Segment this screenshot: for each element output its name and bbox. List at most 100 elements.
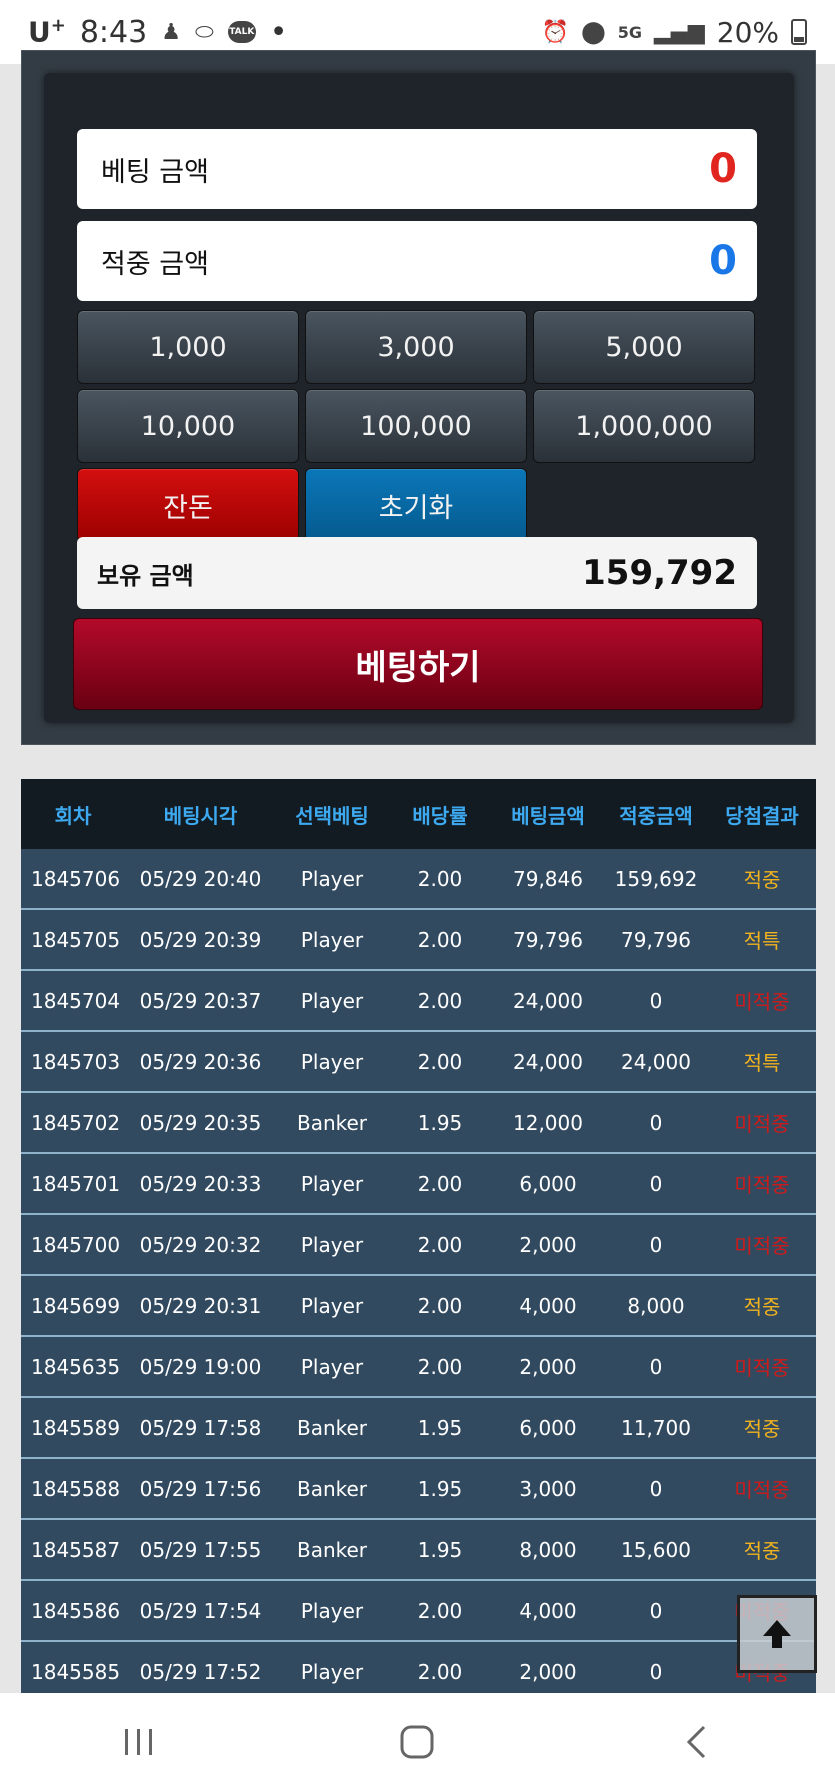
table-row[interactable]: 1845635 05/29 19:00 Player 2.00 2,000 0 미적중 bbox=[21, 1337, 816, 1398]
cell-selection: Player bbox=[300, 866, 364, 891]
cell-selection: Banker bbox=[296, 1415, 368, 1440]
table-row[interactable]: 1845589 05/29 17:58 Banker 1.95 6,000 11,700 적… bbox=[21, 1398, 816, 1459]
table-row[interactable]: 1845705 05/29 20:39 Player 2.00 79,796 79,796… bbox=[21, 910, 816, 971]
table-row[interactable]: 1845699 05/29 20:31 Player 2.00 4,000 8,000 적중 bbox=[21, 1276, 816, 1337]
table-row[interactable]: 1845706 05/29 20:40 Player 2.00 79,846 159,69… bbox=[21, 849, 816, 910]
recent-apps-icon bbox=[125, 1729, 153, 1755]
cell-bet-time: 05/29 20:31 bbox=[139, 1293, 262, 1318]
bet-amount-label: 베팅 금액 bbox=[101, 156, 209, 188]
cell-selection: Player bbox=[300, 1049, 364, 1074]
cell-selection: Player bbox=[300, 988, 364, 1013]
cell-selection: Player bbox=[300, 1232, 364, 1257]
alarm-icon: ⏰ bbox=[541, 19, 570, 45]
cell-bet-time: 05/29 20:39 bbox=[139, 927, 262, 952]
chip-1000-button[interactable]: 1,000 bbox=[77, 310, 299, 384]
cell-bet-time: 05/29 20:37 bbox=[139, 988, 262, 1013]
cell-round: 1845704 bbox=[31, 988, 121, 1013]
chip-3000-button[interactable]: 3,000 bbox=[305, 310, 527, 384]
table-row[interactable]: 1845587 05/29 17:55 Banker 1.95 8,000 15,600 적… bbox=[21, 1520, 816, 1581]
pill-notification-icon: ⬭ bbox=[194, 19, 214, 45]
win-amount-value: 0 bbox=[709, 238, 737, 284]
cell-selection: Player bbox=[300, 1354, 364, 1379]
table-row[interactable]: 184558605/29 17:54Player2.004,0000미적중 bbox=[21, 1581, 816, 1642]
cell-bet-time: 05/29 17:58 bbox=[139, 1415, 262, 1440]
cell-bet-amount: 3,000 bbox=[519, 1476, 577, 1501]
cell-result: 적특 bbox=[743, 929, 781, 953]
cell-odds: 2.00 bbox=[417, 988, 463, 1013]
cell-win-amount: 11,700 bbox=[621, 1415, 691, 1440]
location-icon: ⬤ bbox=[581, 19, 606, 45]
cell-result: 적중 bbox=[743, 1539, 781, 1563]
scroll-top-button[interactable] bbox=[737, 1595, 817, 1673]
cell-bet-amount: 6,000 bbox=[519, 1171, 577, 1196]
cell-selection: Player bbox=[300, 1171, 364, 1196]
table-row[interactable]: 1845701 05/29 20:33 Player 2.00 6,000 0 미적중 bbox=[21, 1154, 816, 1215]
place-bet-button[interactable]: 베팅하기 bbox=[73, 618, 763, 710]
table-row[interactable]: 1845585 05/29 17:52 Player 2.00 2,000 0 미적중 bbox=[21, 1642, 816, 1693]
cell-odds: 1.95 bbox=[417, 1537, 463, 1562]
cell-result: 적중 bbox=[743, 1295, 781, 1319]
chip-10000-button[interactable]: 10,000 bbox=[77, 389, 299, 463]
cell-bet-time: 05/29 20:33 bbox=[139, 1171, 262, 1196]
network-type: 5G bbox=[617, 22, 642, 42]
chip-100000-button[interactable]: 100,000 bbox=[305, 389, 527, 463]
cell-result: 미적중 bbox=[734, 1478, 790, 1502]
cell-round: 1845585 bbox=[31, 1659, 121, 1684]
table-body: 1845706 05/29 20:40 Player 2.00 79,846 159,69… bbox=[21, 849, 816, 1693]
win-amount-box: 적중 금액 0 bbox=[77, 221, 757, 301]
cell-odds: 2.00 bbox=[417, 1232, 463, 1257]
table-row[interactable]: 1845588 05/29 17:56 Banker 1.95 3,000 0 미적중 bbox=[21, 1459, 816, 1520]
cell-win-amount: 0 bbox=[649, 1476, 663, 1501]
table-row[interactable]: 1845702 05/29 20:35 Banker 1.95 12,000 0 미적중 bbox=[21, 1093, 816, 1154]
change-button[interactable]: 잔돈 bbox=[77, 468, 299, 542]
bet-history-table[interactable]: 회차 베팅시각 선택베팅 배당률 베팅금액 적중금액 당첨결과 1845706 05/29 2… bbox=[21, 779, 816, 1693]
cell-bet-time: 05/29 20:40 bbox=[139, 866, 262, 891]
arrow-up-icon bbox=[763, 1620, 791, 1648]
cell-result: 미적중 bbox=[734, 990, 790, 1014]
signal-icon: ▂▄▆ bbox=[654, 19, 705, 45]
cell-selection: Player bbox=[300, 927, 364, 952]
cell-round: 1845700 bbox=[31, 1232, 121, 1257]
chip-1000000-button[interactable]: 1,000,000 bbox=[533, 389, 755, 463]
battery-icon bbox=[791, 19, 807, 45]
cell-bet-time: 05/29 17:55 bbox=[139, 1537, 262, 1562]
cell-odds: 2.00 bbox=[417, 866, 463, 891]
cell-bet-amount: 4,000 bbox=[519, 1293, 577, 1318]
recent-apps-button[interactable] bbox=[99, 1712, 179, 1772]
chip-5000-button[interactable]: 5,000 bbox=[533, 310, 755, 384]
cell-odds: 2.00 bbox=[417, 1598, 463, 1623]
cell-bet-amount: 8,000 bbox=[519, 1537, 577, 1562]
cell-round: 1845588 bbox=[31, 1476, 121, 1501]
home-button[interactable] bbox=[377, 1712, 457, 1772]
cell-selection: Banker bbox=[296, 1110, 368, 1135]
back-icon bbox=[686, 1725, 705, 1759]
cell-odds: 2.00 bbox=[417, 1049, 463, 1074]
cell-round: 1845705 bbox=[31, 927, 121, 952]
cell-round: 1845587 bbox=[31, 1537, 121, 1562]
table-row[interactable]: 1845704 05/29 20:37 Player 2.00 24,000 0 미적중 bbox=[21, 971, 816, 1032]
table-row[interactable]: 1845703 05/29 20:36 Player 2.00 24,000 24,000… bbox=[21, 1032, 816, 1093]
header-selection: 선택베팅 bbox=[295, 803, 369, 828]
header-round: 회차 bbox=[54, 803, 92, 828]
cell-bet-time: 05/29 20:36 bbox=[139, 1049, 262, 1074]
balance-value: 159,792 bbox=[582, 553, 737, 593]
reset-button[interactable]: 초기화 bbox=[305, 468, 527, 542]
cell-bet-time: 05/29 20:32 bbox=[139, 1232, 262, 1257]
back-button[interactable] bbox=[656, 1712, 736, 1772]
cell-round: 1845702 bbox=[31, 1110, 121, 1135]
cell-win-amount: 0 bbox=[649, 1171, 663, 1196]
bet-amount-value: 0 bbox=[709, 146, 737, 192]
cell-win-amount: 8,000 bbox=[627, 1293, 685, 1318]
header-win-amount: 적중금액 bbox=[619, 803, 693, 828]
cell-win-amount: 159,692 bbox=[614, 866, 698, 891]
table-row[interactable]: 1845700 05/29 20:32 Player 2.00 2,000 0 미적중 bbox=[21, 1215, 816, 1276]
cell-odds: 2.00 bbox=[417, 927, 463, 952]
cell-round: 1845589 bbox=[31, 1415, 121, 1440]
cell-result: 미적중 bbox=[734, 1112, 790, 1136]
cell-result: 적중 bbox=[743, 868, 781, 892]
cell-bet-amount: 6,000 bbox=[519, 1415, 577, 1440]
cell-result: 적중 bbox=[743, 1417, 781, 1441]
cell-result: 미적중 bbox=[734, 1173, 790, 1197]
cell-bet-amount: 79,846 bbox=[513, 866, 583, 891]
cell-win-amount: 15,600 bbox=[621, 1537, 691, 1562]
